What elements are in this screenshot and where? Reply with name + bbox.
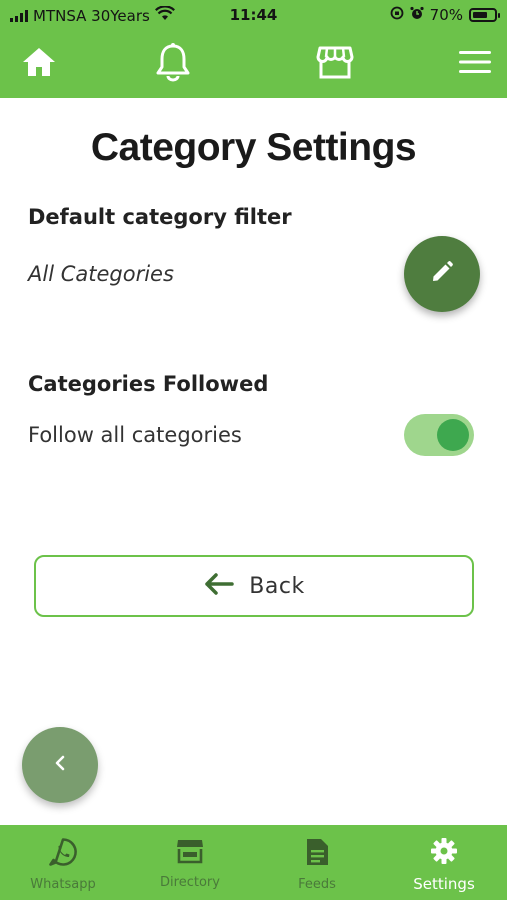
back-button-label: Back [249, 573, 305, 599]
follow-all-toggle[interactable] [404, 414, 474, 456]
default-filter-heading: Default category filter [28, 205, 292, 229]
categories-followed-heading: Categories Followed [28, 372, 269, 396]
feeds-icon [304, 837, 330, 871]
lock-rotation-icon [390, 6, 404, 24]
chevron-left-icon [53, 754, 67, 776]
floating-back-button[interactable] [22, 727, 98, 803]
tab-settings-label: Settings [413, 875, 475, 893]
gear-icon [430, 837, 458, 869]
battery-level [473, 12, 487, 18]
tab-feeds[interactable]: Feeds [254, 825, 380, 900]
bottom-tab-bar: Whatsapp Directory Feeds Settings [0, 825, 507, 900]
follow-all-label: Follow all categories [28, 423, 242, 447]
toggle-knob [437, 419, 469, 451]
whatsapp-icon [48, 837, 78, 871]
pencil-icon [430, 260, 454, 288]
store-icon[interactable] [315, 42, 355, 82]
directory-icon [175, 837, 205, 869]
tab-whatsapp[interactable]: Whatsapp [0, 825, 126, 900]
tab-feeds-label: Feeds [298, 877, 336, 892]
home-icon[interactable] [19, 42, 59, 82]
tab-directory[interactable]: Directory [127, 825, 253, 900]
battery-icon [469, 8, 500, 22]
alarm-icon [410, 6, 424, 24]
status-bar: MTNSA 30Years 11:44 70% [0, 0, 507, 32]
top-bar: MTNSA 30Years 11:44 70% [0, 0, 507, 98]
back-button[interactable]: Back [34, 555, 474, 617]
menu-icon[interactable] [455, 42, 495, 82]
default-filter-value: All Categories [28, 262, 174, 286]
bell-icon[interactable] [153, 42, 193, 82]
tab-settings[interactable]: Settings [381, 825, 507, 900]
status-right: 70% [390, 6, 500, 24]
edit-filter-button[interactable] [404, 236, 480, 312]
tab-whatsapp-label: Whatsapp [30, 877, 96, 892]
battery-percent: 70% [429, 6, 463, 24]
arrow-left-icon [203, 572, 235, 600]
tab-directory-label: Directory [160, 875, 220, 890]
page-title: Category Settings [90, 126, 417, 169]
